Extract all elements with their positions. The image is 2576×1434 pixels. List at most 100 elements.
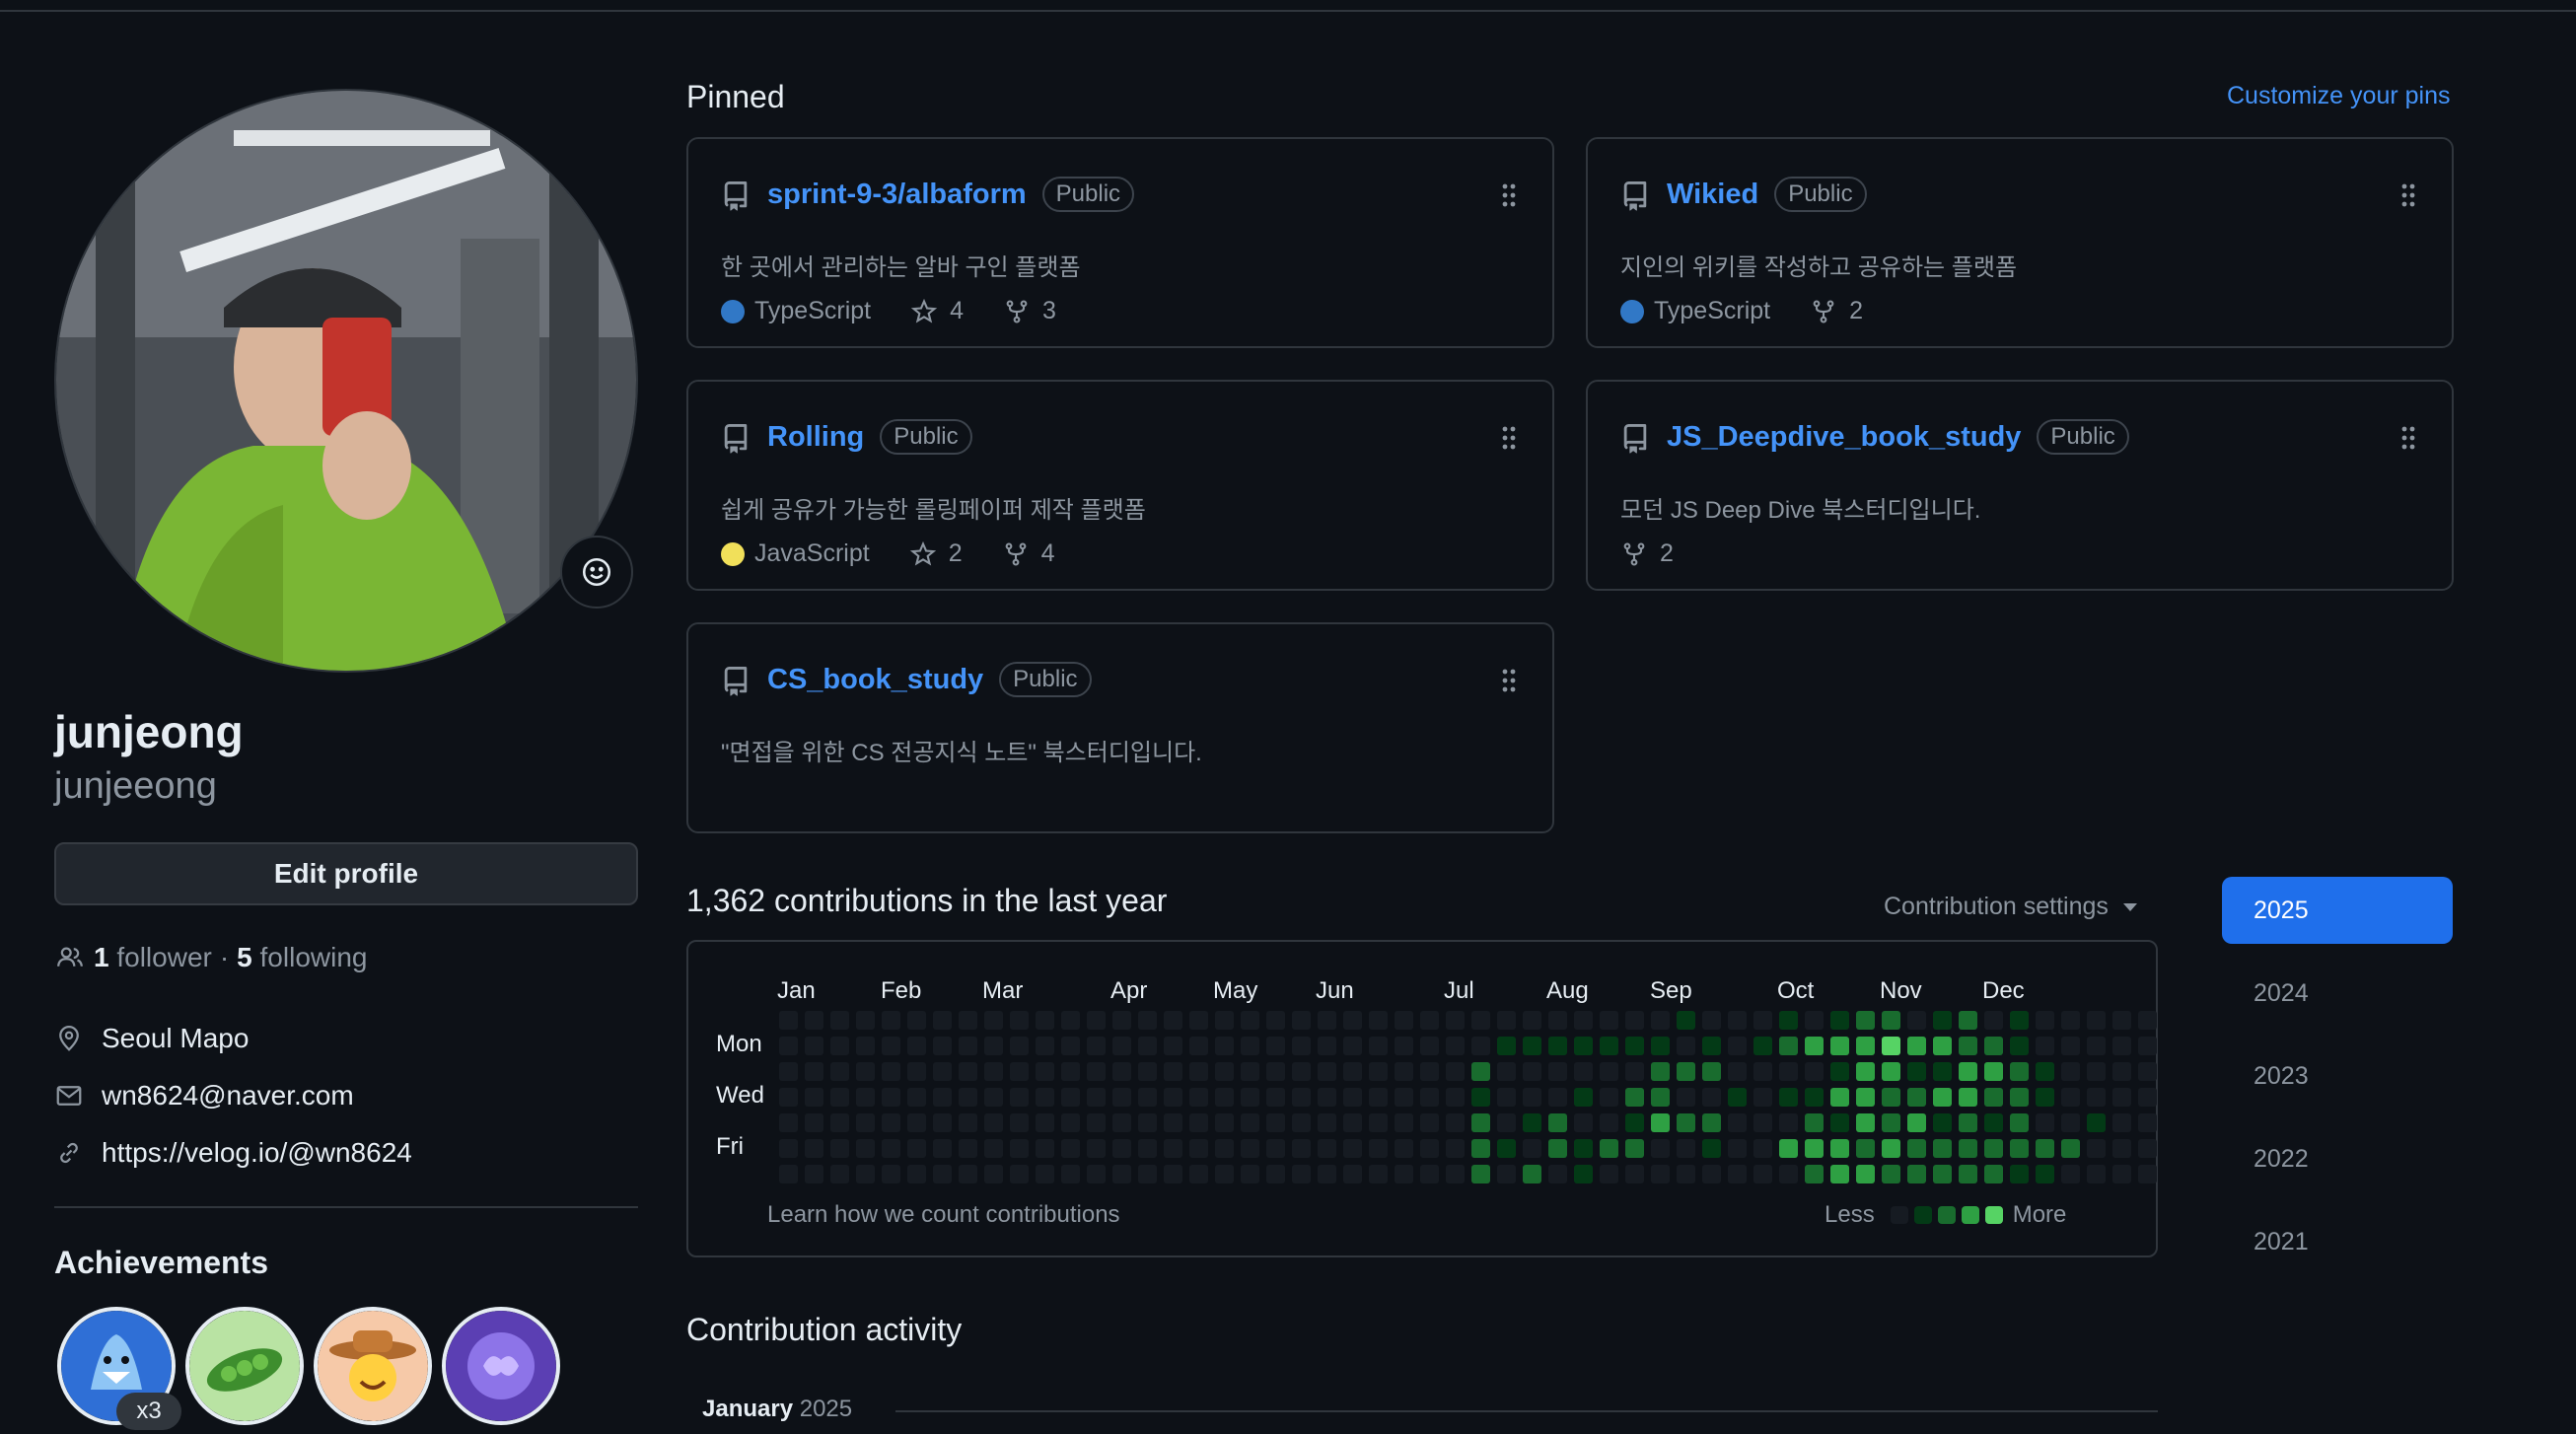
contribution-cell[interactable] (1753, 1113, 1772, 1132)
contribution-cell[interactable] (959, 1062, 977, 1081)
contribution-cell[interactable] (2036, 1139, 2054, 1158)
contribution-cell[interactable] (1779, 1062, 1798, 1081)
contribution-cell[interactable] (907, 1062, 926, 1081)
contribution-cell[interactable] (1164, 1113, 1182, 1132)
contribution-cell[interactable] (1702, 1165, 1721, 1183)
contribution-cell[interactable] (1446, 1139, 1465, 1158)
contribution-cell[interactable] (1215, 1037, 1234, 1055)
contribution-cell[interactable] (1600, 1062, 1618, 1081)
contribution-cell[interactable] (1266, 1139, 1285, 1158)
contribution-cell[interactable] (1805, 1113, 1824, 1132)
contribution-cell[interactable] (933, 1165, 952, 1183)
contribution-cell[interactable] (1241, 1011, 1259, 1030)
contribution-cell[interactable] (1292, 1113, 1311, 1132)
contribution-cell[interactable] (1523, 1037, 1541, 1055)
contribution-cell[interactable] (1215, 1113, 1234, 1132)
drag-handle-icon[interactable] (1501, 668, 1517, 693)
contribution-cell[interactable] (1523, 1165, 1541, 1183)
contribution-cell[interactable] (1189, 1165, 1208, 1183)
contribution-cell[interactable] (1497, 1113, 1516, 1132)
contribution-cell[interactable] (1215, 1165, 1234, 1183)
contribution-cell[interactable] (1805, 1088, 1824, 1107)
contribution-cell[interactable] (1241, 1037, 1259, 1055)
contribution-cell[interactable] (2036, 1113, 2054, 1132)
contribution-cell[interactable] (1036, 1062, 1054, 1081)
stars-link[interactable]: 2 (909, 539, 963, 568)
contribution-cell[interactable] (1548, 1113, 1567, 1132)
contribution-cell[interactable] (1446, 1037, 1465, 1055)
contribution-cell[interactable] (1625, 1139, 1644, 1158)
contribution-cell[interactable] (2112, 1037, 2131, 1055)
contribution-cell[interactable] (1625, 1062, 1644, 1081)
contribution-cell[interactable] (1830, 1139, 1849, 1158)
contribution-cell[interactable] (1984, 1062, 2003, 1081)
contribution-cell[interactable] (1343, 1088, 1362, 1107)
contribution-cell[interactable] (1677, 1088, 1695, 1107)
contribution-cell[interactable] (2138, 1011, 2157, 1030)
year-2025-button[interactable]: 2025 (2222, 877, 2453, 944)
contribution-cell[interactable] (1087, 1165, 1106, 1183)
contribution-cell[interactable] (1933, 1113, 1952, 1132)
contribution-cell[interactable] (2010, 1037, 2029, 1055)
contribution-cell[interactable] (779, 1037, 798, 1055)
contribution-cell[interactable] (1061, 1062, 1080, 1081)
contribution-cell[interactable] (805, 1139, 823, 1158)
contribution-cell[interactable] (1805, 1165, 1824, 1183)
contribution-cell[interactable] (1343, 1165, 1362, 1183)
contribution-cell[interactable] (1036, 1088, 1054, 1107)
edit-profile-button[interactable]: Edit profile (54, 842, 638, 905)
contribution-cell[interactable] (1907, 1088, 1926, 1107)
contribution-cell[interactable] (1600, 1165, 1618, 1183)
contribution-cell[interactable] (1395, 1165, 1413, 1183)
contribution-cell[interactable] (1677, 1139, 1695, 1158)
contribution-cell[interactable] (2061, 1011, 2080, 1030)
contribution-cell[interactable] (2112, 1139, 2131, 1158)
contribution-cell[interactable] (1446, 1113, 1465, 1132)
badge-brain[interactable] (442, 1307, 560, 1425)
repo-name-link[interactable]: Wikied (1667, 179, 1758, 211)
contribution-cell[interactable] (830, 1088, 849, 1107)
contribution-cell[interactable] (1266, 1165, 1285, 1183)
contribution-cell[interactable] (1112, 1165, 1131, 1183)
contribution-cell[interactable] (882, 1139, 900, 1158)
contribution-cell[interactable] (1010, 1062, 1029, 1081)
contribution-cell[interactable] (1882, 1165, 1900, 1183)
contribution-cell[interactable] (1523, 1088, 1541, 1107)
set-status-button[interactable] (560, 536, 633, 609)
contribution-cell[interactable] (1548, 1011, 1567, 1030)
contribution-cell[interactable] (2010, 1011, 2029, 1030)
contribution-cell[interactable] (984, 1011, 1003, 1030)
contribution-cell[interactable] (1933, 1062, 1952, 1081)
contribution-cell[interactable] (1395, 1088, 1413, 1107)
contribution-cell[interactable] (1856, 1037, 1875, 1055)
contribution-cell[interactable] (1343, 1011, 1362, 1030)
contribution-cell[interactable] (933, 1011, 952, 1030)
contribution-cell[interactable] (1395, 1011, 1413, 1030)
contribution-cell[interactable] (1625, 1011, 1644, 1030)
contribution-cell[interactable] (1036, 1165, 1054, 1183)
contribution-cell[interactable] (1600, 1088, 1618, 1107)
contribution-cell[interactable] (1984, 1037, 2003, 1055)
repo-name-link[interactable]: CS_book_study (767, 664, 983, 696)
contribution-cell[interactable] (2087, 1165, 2106, 1183)
contribution-cell[interactable] (1600, 1139, 1618, 1158)
contribution-cell[interactable] (1984, 1011, 2003, 1030)
contribution-cell[interactable] (2087, 1088, 2106, 1107)
contribution-cell[interactable] (1933, 1011, 1952, 1030)
contribution-cell[interactable] (1600, 1113, 1618, 1132)
contribution-cell[interactable] (830, 1113, 849, 1132)
contribution-cell[interactable] (779, 1113, 798, 1132)
contribution-cell[interactable] (1395, 1037, 1413, 1055)
contribution-cell[interactable] (1215, 1011, 1234, 1030)
contribution-cell[interactable] (1523, 1139, 1541, 1158)
contribution-cell[interactable] (1138, 1165, 1157, 1183)
contribution-cell[interactable] (1138, 1113, 1157, 1132)
contribution-cell[interactable] (1548, 1037, 1567, 1055)
contribution-cell[interactable] (2010, 1062, 2029, 1081)
contribution-cell[interactable] (1856, 1062, 1875, 1081)
contribution-cell[interactable] (1651, 1088, 1670, 1107)
contribution-cell[interactable] (2138, 1037, 2157, 1055)
contribution-cell[interactable] (907, 1088, 926, 1107)
contribution-cell[interactable] (907, 1165, 926, 1183)
contribution-settings-dropdown[interactable]: Contribution settings (1884, 893, 2138, 921)
